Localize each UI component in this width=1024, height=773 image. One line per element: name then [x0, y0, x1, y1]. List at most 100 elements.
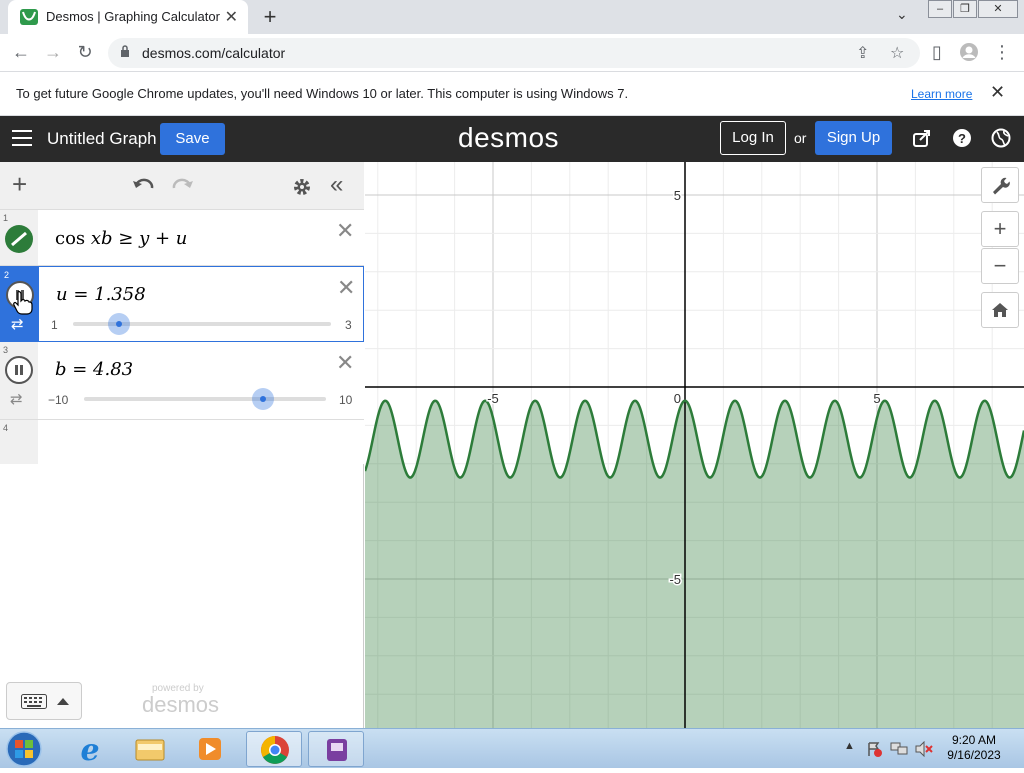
slider-handle[interactable]	[108, 313, 131, 335]
chrome-update-infobar: To get future Google Chrome updates, you…	[0, 72, 1024, 116]
save-button[interactable]: Save	[160, 123, 225, 155]
slider-track[interactable]	[84, 397, 326, 401]
x-tick-label: -5	[487, 391, 499, 406]
graph-style-icon[interactable]	[4, 224, 34, 254]
tab-close-icon[interactable]: ✕	[225, 7, 238, 27]
start-orb-icon[interactable]	[4, 730, 44, 768]
graph-canvas[interactable]: -5 0 5 5 -5	[365, 162, 1024, 728]
add-expression-icon[interactable]: +	[12, 169, 27, 200]
x-tick-label: 5	[873, 391, 880, 406]
slider-max[interactable]: 3	[345, 318, 352, 332]
loop-mode-icon[interactable]: ⇄	[11, 315, 24, 333]
powered-by-desmos-logo: desmos	[142, 692, 220, 717]
learn-more-link[interactable]: Learn more	[911, 87, 972, 101]
graph-paper[interactable]: -5 0 5 5 -5	[365, 162, 1024, 728]
or-label: or	[794, 130, 807, 146]
desmos-logo: desmos	[458, 122, 560, 153]
expression-row-1[interactable]: 1 cos xb ≥ y + u ✕	[0, 210, 364, 266]
zoom-out-button[interactable]: −	[981, 248, 1019, 284]
slider-expression-math[interactable]: b = 4.83	[55, 359, 133, 380]
share-graph-icon[interactable]	[912, 128, 932, 148]
zoom-in-button[interactable]: +	[981, 211, 1019, 247]
language-globe-icon[interactable]	[991, 128, 1011, 148]
url-text: desmos.com/calculator	[142, 45, 286, 61]
clock-time: 9:20 AM	[951, 733, 997, 747]
restore-window-button[interactable]: ❐	[953, 0, 977, 18]
expression-toolbar: + «	[0, 162, 364, 210]
inequality-shaded-region	[365, 400, 1024, 728]
mouse-hand-cursor-icon	[13, 291, 33, 315]
collapse-panel-icon[interactable]: «	[330, 171, 343, 199]
clock-date: 9/16/2023	[947, 748, 1001, 762]
slider-expression-math[interactable]: u = 1.358	[56, 284, 146, 305]
delete-expression-icon[interactable]: ✕	[336, 350, 354, 376]
side-panel-icon[interactable]: ▯	[926, 42, 948, 63]
reload-icon[interactable]: ↻	[74, 42, 96, 63]
svg-text:e: e	[80, 733, 99, 767]
address-bar[interactable]: desmos.com/calculator ⇪ ☆	[108, 38, 920, 68]
infobar-close-icon[interactable]: ✕	[990, 82, 1005, 103]
y-tick-label: 5	[674, 188, 681, 203]
tab-search-chevron-icon[interactable]: ⌄	[896, 6, 908, 23]
tab-title: Desmos | Graphing Calculator	[46, 9, 220, 24]
delete-expression-icon[interactable]: ✕	[336, 218, 354, 244]
desmos-header: Untitled Graph Save desmos Log In or Sig…	[0, 116, 1024, 162]
y-tick-label: -5	[669, 572, 681, 587]
forward-arrow-icon[interactable]: →	[42, 42, 64, 63]
x-tick-label: 0	[674, 391, 681, 406]
browser-tab[interactable]: Desmos | Graphing Calculator ✕	[8, 0, 248, 34]
expression-number: 3	[3, 345, 9, 355]
lock-icon	[121, 45, 129, 57]
close-window-button[interactable]: ✕	[978, 0, 1018, 18]
file-explorer-icon[interactable]	[122, 731, 178, 767]
undo-icon[interactable]	[132, 176, 156, 194]
svg-text:?: ?	[958, 131, 966, 146]
expression-panel: + « 1 cos xb ≥ y + u ✕ 2 ⇄ u = 1.358 ✕ 1…	[0, 162, 364, 728]
loop-mode-icon[interactable]: ⇄	[10, 390, 23, 408]
system-clock[interactable]: 9:20 AM 9/16/2023	[944, 733, 1004, 763]
chrome-taskbar-button[interactable]	[246, 731, 302, 767]
settings-gear-icon[interactable]	[291, 176, 313, 198]
expression-row-2[interactable]: 2 ⇄ u = 1.358 ✕ 1 3	[0, 266, 364, 342]
redo-icon[interactable]	[170, 176, 194, 194]
back-arrow-icon[interactable]: ←	[10, 42, 32, 63]
network-icon[interactable]	[890, 741, 908, 757]
internet-explorer-icon[interactable]: e	[62, 731, 118, 768]
graph-title[interactable]: Untitled Graph	[47, 129, 157, 149]
keyboard-toggle-button[interactable]	[6, 682, 82, 720]
slider-min[interactable]: 1	[51, 318, 58, 332]
profile-avatar-icon[interactable]	[958, 42, 980, 67]
minimize-window-button[interactable]: –	[928, 0, 952, 18]
slider-min[interactable]: −10	[48, 393, 68, 407]
expression-row-4[interactable]: 4	[0, 420, 364, 464]
expression-gutter: 3 ⇄	[0, 342, 38, 419]
new-tab-button[interactable]: +	[258, 4, 282, 30]
signup-button[interactable]: Sign Up	[815, 121, 892, 155]
hamburger-menu-icon[interactable]	[12, 130, 32, 146]
app-taskbar-button[interactable]	[308, 731, 364, 767]
caret-up-icon	[57, 698, 69, 705]
bookmark-star-icon[interactable]: ☆	[890, 43, 904, 63]
expression-number: 2	[4, 270, 10, 280]
default-viewport-home-icon[interactable]	[981, 292, 1019, 328]
delete-expression-icon[interactable]: ✕	[337, 275, 355, 301]
graph-settings-wrench-icon[interactable]	[981, 167, 1019, 203]
volume-muted-icon[interactable]	[914, 741, 934, 757]
slider-handle[interactable]	[252, 388, 275, 410]
login-button[interactable]: Log In	[720, 121, 786, 155]
media-player-icon[interactable]	[182, 731, 238, 767]
windows-taskbar: e ▲ 9:20 AM 9/16/2023	[0, 728, 1024, 768]
action-center-flag-icon[interactable]	[866, 741, 882, 757]
slider-max[interactable]: 10	[339, 393, 352, 407]
browser-tab-strip: Desmos | Graphing Calculator ✕ + ⌄ – ❐ ✕	[0, 0, 1024, 34]
expression-math[interactable]: cos xb ≥ y + u	[55, 228, 187, 249]
expression-row-3[interactable]: 3 ⇄ b = 4.83 ✕ −10 10	[0, 342, 364, 420]
help-icon[interactable]: ?	[952, 128, 972, 148]
kebab-menu-icon[interactable]: ⋮	[991, 42, 1013, 63]
share-icon[interactable]: ⇪	[856, 43, 869, 63]
desmos-favicon-icon	[20, 9, 38, 25]
show-hidden-icons-icon[interactable]: ▲	[844, 740, 855, 752]
expression-number: 4	[3, 423, 9, 433]
expression-number: 1	[3, 213, 9, 223]
play-pause-button[interactable]	[5, 356, 33, 384]
